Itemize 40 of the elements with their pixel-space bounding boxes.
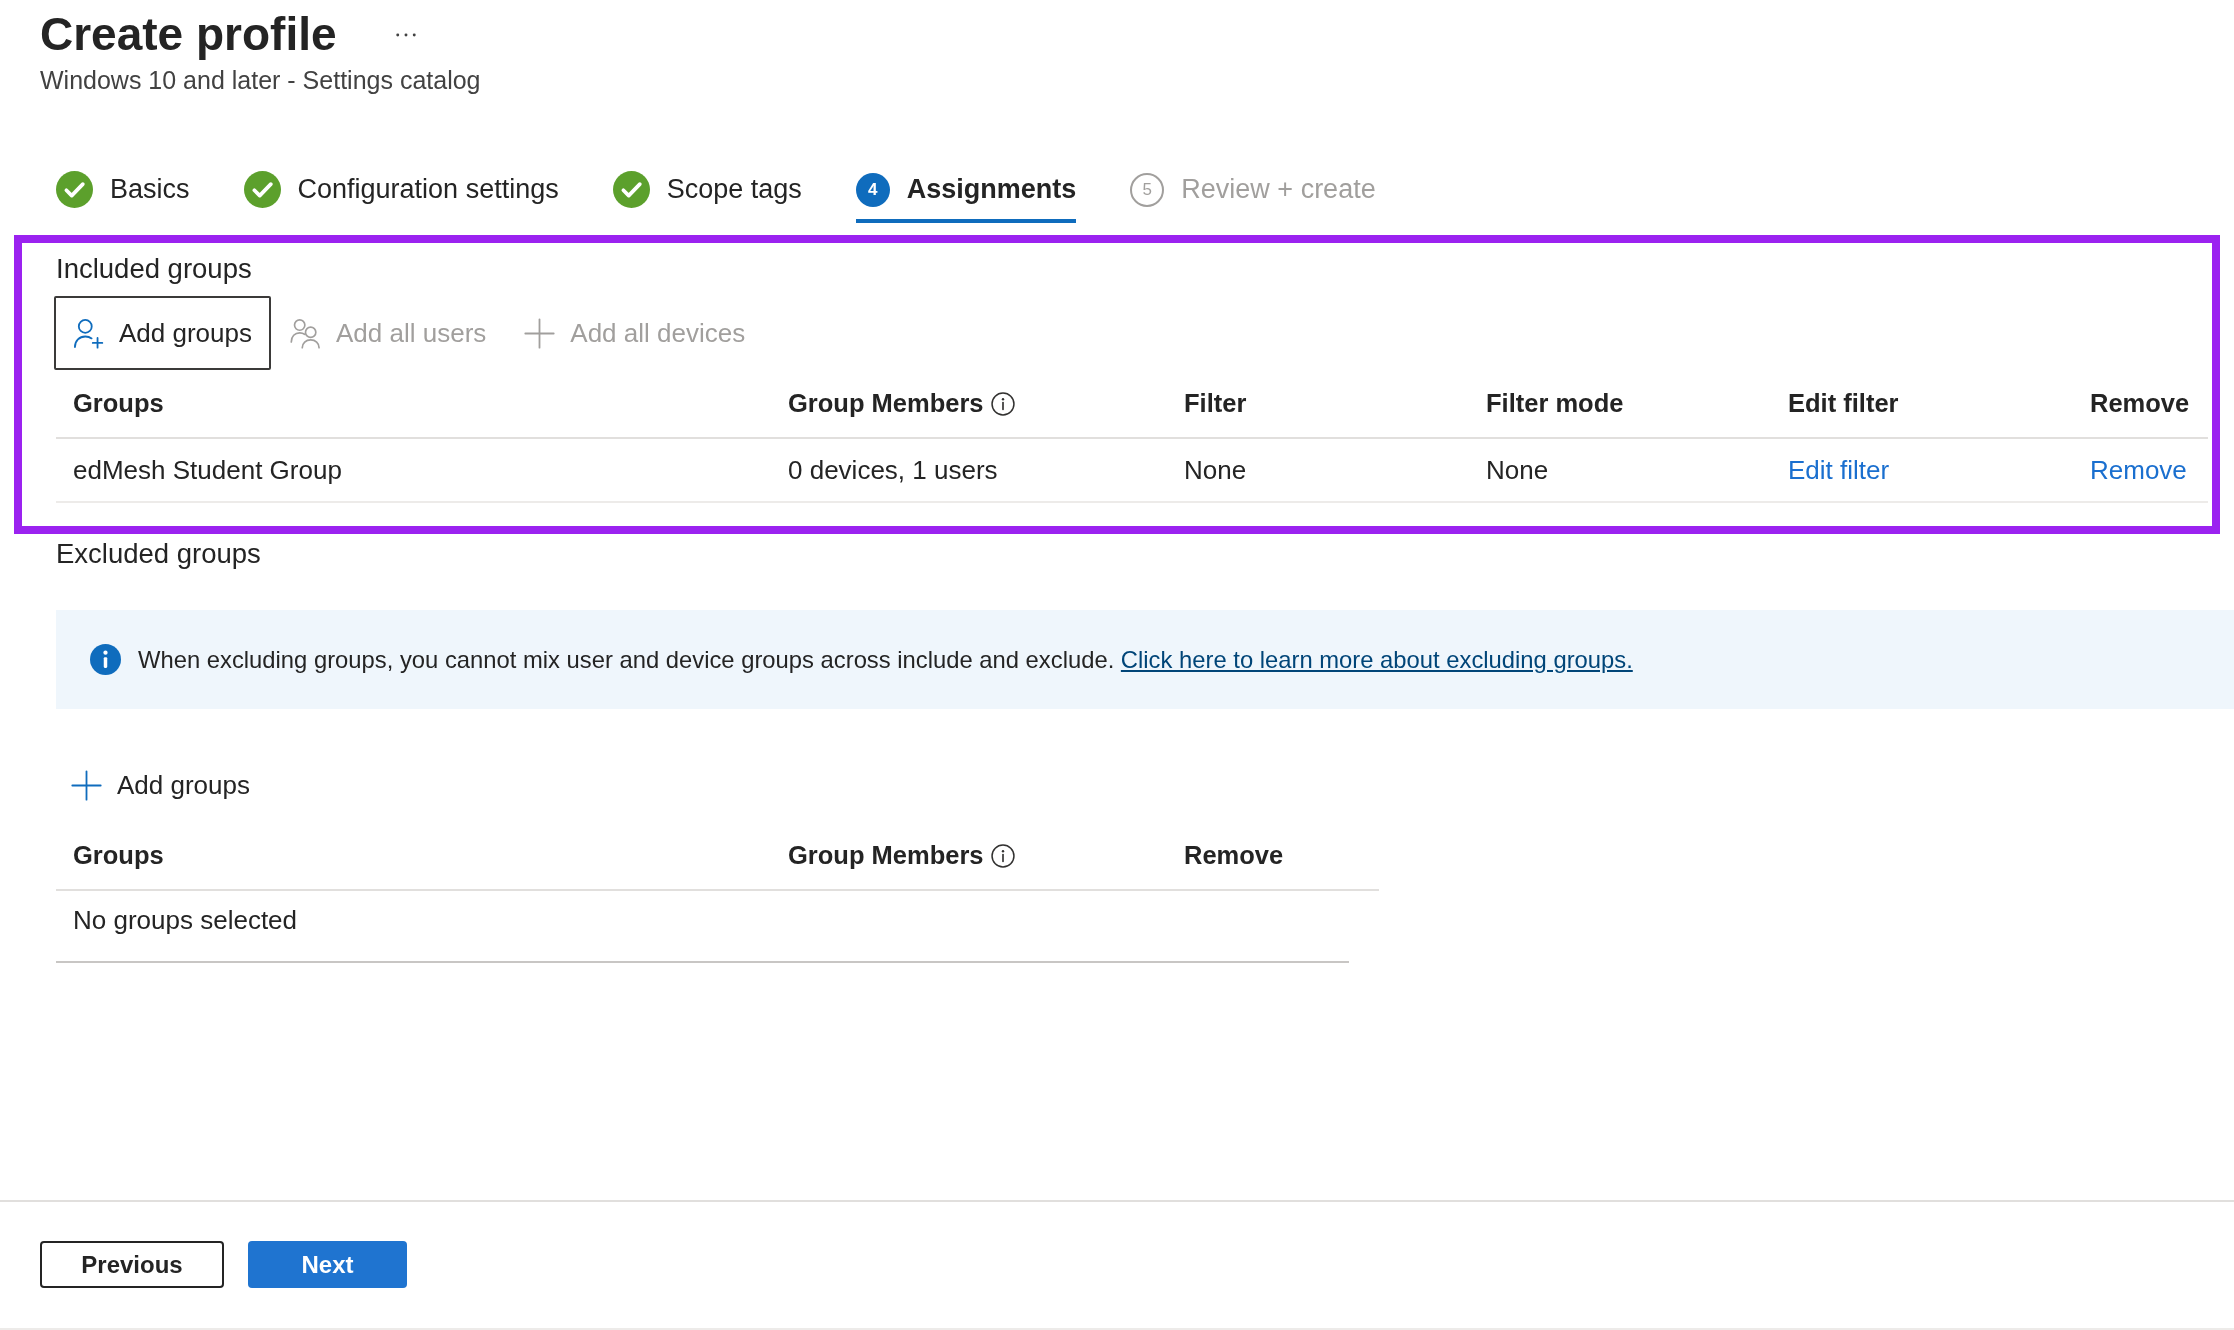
table-cell: None [1486,454,1549,486]
wizard-step-tab[interactable]: Basics [56,160,190,223]
table-link[interactable]: Remove [2090,454,2187,485]
more-icon[interactable] [394,32,417,38]
page-title: Create profile [40,7,337,62]
table-cell: edMesh Student Group [73,454,342,486]
section-heading: Included groups [56,252,253,286]
section-heading: Excluded groups [56,537,262,571]
empty-message: No groups selected [73,905,298,935]
plus-icon [524,317,556,349]
column-header: Remove [2090,389,2190,418]
column-header: Group Members [788,841,984,870]
column-header: Groups [73,841,164,870]
table-cell: 0 devices, 1 users [788,454,998,486]
person-add-icon [73,317,104,349]
wizard-step-tab[interactable]: Configuration settings [243,160,559,223]
page-subtitle: Windows 10 and later - Settings catalog [40,65,482,96]
people-icon [290,317,321,349]
info-icon [90,644,121,675]
column-header: Filter [1184,389,1247,418]
wizard-step-tab[interactable]: 4 Assignments [855,160,1077,223]
column-header: Remove [1184,841,1284,870]
wizard-step-tab[interactable]: Scope tags [612,160,802,223]
step-number: 5 [1130,172,1165,207]
table-link[interactable]: Edit filter [1788,454,1890,485]
info-message: When excluding groups, you cannot mix user and device groups across include and exclude. Click here to learn more about excluding groups. [138,645,1633,674]
column-header: Edit filter [1788,389,1899,418]
column-header: Filter mode [1486,389,1624,418]
toolbar-button[interactable]: Add groups [54,296,271,370]
learn-more-link[interactable]: Click here to learn more about excluding groups. [1120,645,1633,673]
toolbar-button[interactable]: Add groups [56,748,269,822]
previous-button[interactable]: Previous [40,1241,224,1288]
column-header: Group Members [788,389,984,418]
next-button[interactable]: Next [248,1241,407,1288]
info-icon [990,843,1015,868]
info-icon [990,391,1015,416]
step-number: 4 [855,172,890,207]
table-cell: None [1184,454,1247,486]
plus-icon [71,769,102,801]
column-header: Groups [73,389,164,418]
